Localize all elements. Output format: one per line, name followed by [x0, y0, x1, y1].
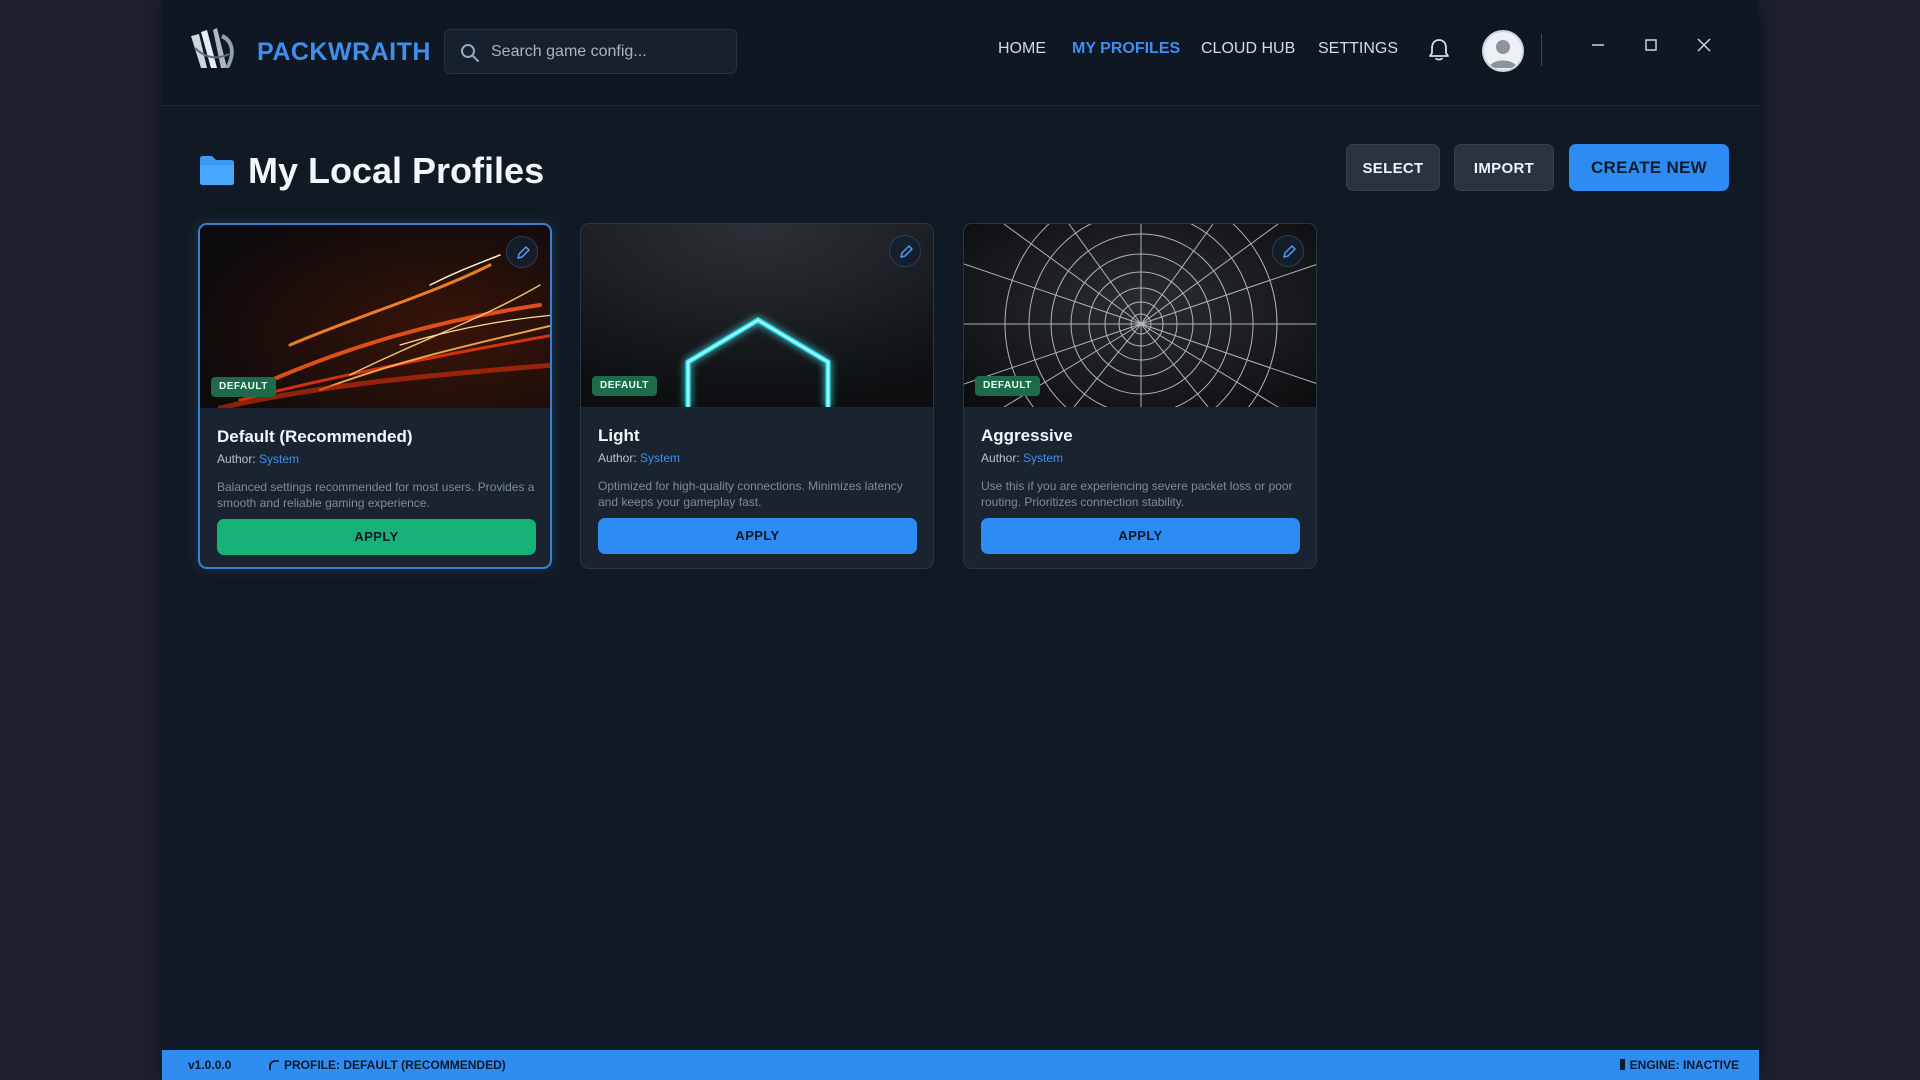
- default-badge: DEFAULT: [975, 376, 1040, 396]
- pencil-icon: [517, 246, 530, 259]
- default-badge: DEFAULT: [211, 377, 276, 397]
- engine-status-indicator-icon: [1619, 1059, 1625, 1070]
- user-avatar-icon[interactable]: [1482, 30, 1524, 72]
- apply-button[interactable]: APPLY: [598, 518, 917, 554]
- profile-title: Light: [598, 426, 640, 445]
- profile-author: Author: System: [598, 451, 680, 465]
- version-label: v1.0.0.0: [188, 1058, 232, 1072]
- profile-title: Aggressive: [981, 426, 1073, 445]
- search-input[interactable]: [491, 30, 726, 73]
- page-title: My Local Profiles: [248, 150, 545, 191]
- search-icon: [461, 44, 479, 62]
- author-link[interactable]: System: [640, 451, 680, 465]
- edit-profile-button[interactable]: [506, 236, 538, 268]
- pencil-icon: [900, 245, 913, 258]
- apply-button[interactable]: APPLY: [217, 519, 536, 555]
- divider: [1541, 34, 1542, 66]
- bell-icon[interactable]: [1428, 38, 1450, 67]
- profile-author: Author: System: [217, 452, 299, 466]
- nav-cloud-hub[interactable]: CLOUD HUB: [1201, 40, 1295, 58]
- engine-status-label: ENGINE: INACTIVE: [1629, 1058, 1739, 1072]
- status-bar: v1.0.0.0 PROFILE: DEFAULT (RECOMMENDED) …: [162, 1050, 1759, 1080]
- author-label: Author:: [598, 451, 637, 465]
- author-label: Author:: [217, 452, 256, 466]
- default-badge: DEFAULT: [592, 376, 657, 396]
- wolf-claw-logo-icon: [187, 28, 237, 74]
- edit-profile-button[interactable]: [889, 235, 921, 267]
- pencil-icon: [1283, 245, 1296, 258]
- profile-description: Use this if you are experiencing severe …: [981, 479, 1293, 509]
- top-bar: PACKWRAITH HOME MY PROFILES CLOUD HUB SE…: [162, 0, 1759, 106]
- author-link[interactable]: System: [1023, 451, 1063, 465]
- create-new-button[interactable]: CREATE NEW: [1569, 144, 1729, 191]
- profile-title: Default (Recommended): [217, 427, 413, 446]
- edit-profile-button[interactable]: [1272, 235, 1304, 267]
- import-button[interactable]: IMPORT: [1454, 144, 1554, 191]
- nav-my-profiles[interactable]: MY PROFILES: [1072, 40, 1180, 58]
- app-name: PACKWRAITH: [257, 38, 431, 66]
- search-box[interactable]: [444, 29, 737, 74]
- active-profile-status: PROFILE: DEFAULT (RECOMMENDED): [268, 1058, 506, 1072]
- profile-description: Optimized for high-quality connections. …: [598, 479, 903, 509]
- signal-icon: [269, 1060, 279, 1070]
- apply-button[interactable]: APPLY: [981, 518, 1300, 554]
- author-label: Author:: [981, 451, 1020, 465]
- app-window: PACKWRAITH HOME MY PROFILES CLOUD HUB SE…: [162, 0, 1759, 1080]
- select-button[interactable]: SELECT: [1346, 144, 1440, 191]
- close-icon[interactable]: [1695, 36, 1713, 54]
- profile-description: Balanced settings recommended for most u…: [217, 480, 535, 510]
- profile-card-light[interactable]: DEFAULT Light Author: System Optimized f…: [580, 223, 934, 569]
- minimize-icon[interactable]: [1589, 36, 1607, 54]
- folder-icon: [198, 154, 236, 191]
- profile-card-default[interactable]: DEFAULT Default (Recommended) Author: Sy…: [198, 223, 552, 569]
- active-profile-label: PROFILE: DEFAULT (RECOMMENDED): [284, 1058, 506, 1072]
- nav-settings[interactable]: SETTINGS: [1318, 40, 1398, 58]
- profile-card-aggressive[interactable]: DEFAULT Aggressive Author: System Use th…: [963, 223, 1317, 569]
- maximize-icon[interactable]: [1642, 36, 1660, 54]
- nav-home[interactable]: HOME: [998, 40, 1046, 58]
- profile-author: Author: System: [981, 451, 1063, 465]
- author-link[interactable]: System: [259, 452, 299, 466]
- engine-status: ENGINE: INACTIVE: [1619, 1058, 1739, 1072]
